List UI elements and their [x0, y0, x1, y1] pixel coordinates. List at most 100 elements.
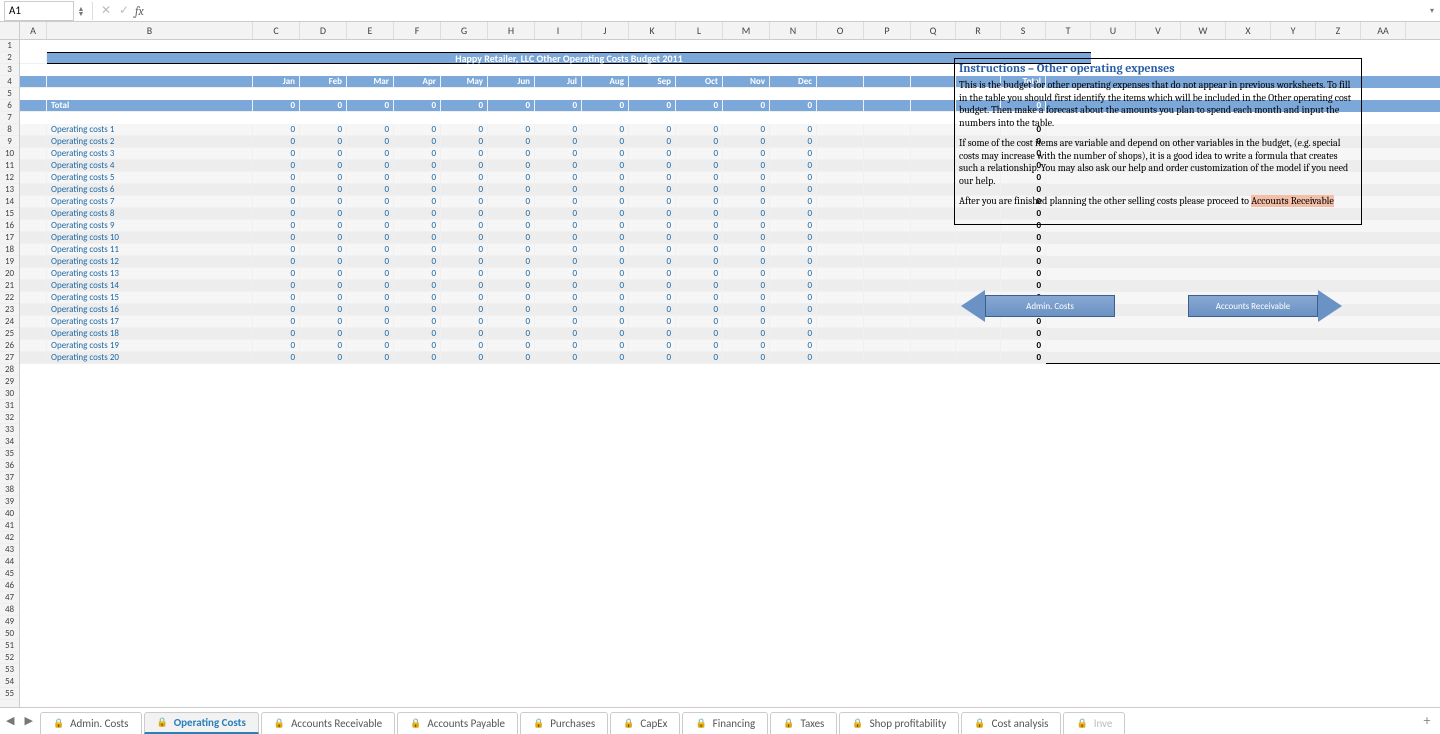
row-header-18[interactable]: 18 [0, 244, 19, 256]
cost-item-value[interactable]: 0 [300, 220, 347, 232]
sheet-nav-prev-icon[interactable]: ◀ [6, 714, 14, 727]
cost-item-value[interactable]: 0 [253, 232, 300, 244]
row-header-21[interactable]: 21 [0, 280, 19, 292]
row-header-1[interactable]: 1 [0, 40, 19, 52]
cost-item-value[interactable]: 0 [394, 124, 441, 136]
row-header-38[interactable]: 38 [0, 484, 19, 496]
cost-item-value[interactable]: 0 [441, 304, 488, 316]
col-header-N[interactable]: N [770, 22, 817, 39]
fx-icon[interactable]: fx [135, 4, 144, 18]
row-header-8[interactable]: 8 [0, 124, 19, 136]
cost-item-value[interactable]: 0 [347, 328, 394, 340]
row-header-4[interactable]: 4 [0, 76, 19, 88]
cost-item-value[interactable]: 0 [723, 328, 770, 340]
cost-item-value[interactable]: 0 [582, 172, 629, 184]
row-header-22[interactable]: 22 [0, 292, 19, 304]
cost-item-value[interactable]: 0 [676, 340, 723, 352]
row-header-7[interactable]: 7 [0, 112, 19, 124]
cost-item-value[interactable]: 0 [582, 328, 629, 340]
cost-item-value[interactable]: 0 [582, 196, 629, 208]
cost-item-value[interactable]: 0 [441, 328, 488, 340]
cost-item-value[interactable]: 0 [347, 232, 394, 244]
row-header-26[interactable]: 26 [0, 340, 19, 352]
cost-item-label[interactable]: Operating costs 6 [47, 184, 253, 196]
col-header-D[interactable]: D [300, 22, 347, 39]
cost-item-value[interactable]: 0 [488, 328, 535, 340]
cost-item-value[interactable]: 0 [535, 148, 582, 160]
col-header-C[interactable]: C [253, 22, 300, 39]
cost-item-value[interactable]: 0 [253, 352, 300, 364]
row-header-36[interactable]: 36 [0, 460, 19, 472]
cost-item-value[interactable]: 0 [347, 208, 394, 220]
cost-item-value[interactable]: 0 [723, 256, 770, 268]
cost-item-value[interactable]: 0 [488, 220, 535, 232]
col-header-I[interactable]: I [535, 22, 582, 39]
cost-item-value[interactable]: 0 [441, 148, 488, 160]
cost-item-value[interactable]: 0 [253, 124, 300, 136]
cost-item-value[interactable]: 0 [723, 124, 770, 136]
cost-item-value[interactable]: 0 [253, 220, 300, 232]
cost-item-value[interactable]: 0 [535, 160, 582, 172]
cost-item-value[interactable]: 0 [770, 328, 817, 340]
sheet-tab[interactable]: 🔒Purchases [520, 712, 608, 734]
cost-item-value[interactable]: 0 [723, 244, 770, 256]
cost-item-value[interactable]: 0 [394, 196, 441, 208]
cost-item-value[interactable]: 0 [676, 148, 723, 160]
cost-item-value[interactable]: 0 [253, 280, 300, 292]
cost-item-value[interactable]: 0 [676, 256, 723, 268]
row-header-41[interactable]: 41 [0, 520, 19, 532]
cost-item-value[interactable]: 0 [582, 124, 629, 136]
cost-item-value[interactable]: 0 [676, 196, 723, 208]
col-header-Q[interactable]: Q [911, 22, 956, 39]
row-header-17[interactable]: 17 [0, 232, 19, 244]
cost-item-value[interactable]: 0 [394, 280, 441, 292]
formula-input[interactable] [150, 1, 1424, 21]
row-header-6[interactable]: 6 [0, 100, 19, 112]
cost-item-value[interactable]: 0 [347, 136, 394, 148]
row-header-31[interactable]: 31 [0, 400, 19, 412]
col-header-F[interactable]: F [394, 22, 441, 39]
cost-item-label[interactable]: Operating costs 10 [47, 232, 253, 244]
cost-item-value[interactable]: 0 [347, 292, 394, 304]
col-header-E[interactable]: E [347, 22, 394, 39]
cost-item-value[interactable]: 0 [723, 304, 770, 316]
row-header-46[interactable]: 46 [0, 580, 19, 592]
cost-item-value[interactable]: 0 [582, 136, 629, 148]
row-header-20[interactable]: 20 [0, 268, 19, 280]
cost-item-value[interactable]: 0 [347, 316, 394, 328]
row-header-24[interactable]: 24 [0, 316, 19, 328]
cost-item-value[interactable]: 0 [488, 196, 535, 208]
cost-item-value[interactable]: 0 [535, 220, 582, 232]
cost-item-value[interactable]: 0 [535, 340, 582, 352]
total-value[interactable]: 0 [535, 100, 582, 112]
col-header-G[interactable]: G [441, 22, 488, 39]
cost-item-value[interactable]: 0 [629, 124, 676, 136]
row-header-35[interactable]: 35 [0, 448, 19, 460]
row-header-23[interactable]: 23 [0, 304, 19, 316]
cost-item-value[interactable]: 0 [488, 352, 535, 364]
cost-item-value[interactable]: 0 [582, 220, 629, 232]
col-header-J[interactable]: J [582, 22, 629, 39]
cost-item-value[interactable]: 0 [347, 196, 394, 208]
cost-item-value[interactable]: 0 [629, 136, 676, 148]
cost-item-value[interactable]: 0 [676, 304, 723, 316]
col-header-V[interactable]: V [1136, 22, 1181, 39]
cost-item-value[interactable]: 0 [394, 184, 441, 196]
cost-item-value[interactable]: 0 [394, 220, 441, 232]
cost-item-value[interactable]: 0 [253, 160, 300, 172]
cost-item-value[interactable]: 0 [582, 304, 629, 316]
cost-item-value[interactable]: 0 [676, 268, 723, 280]
cost-item-value[interactable]: 0 [253, 256, 300, 268]
cost-item-value[interactable]: 0 [535, 208, 582, 220]
cost-item-value[interactable]: 0 [723, 280, 770, 292]
cost-item-value[interactable]: 0 [394, 136, 441, 148]
cost-item-label[interactable]: Operating costs 15 [47, 292, 253, 304]
cost-item-value[interactable]: 0 [676, 184, 723, 196]
cost-item-value[interactable]: 0 [488, 304, 535, 316]
nav-arrow-next[interactable]: Accounts Receivable [1188, 290, 1342, 322]
cost-item-value[interactable]: 0 [535, 256, 582, 268]
cost-item-value[interactable]: 0 [253, 208, 300, 220]
cost-item-value[interactable]: 0 [582, 292, 629, 304]
cost-item-value[interactable]: 0 [347, 340, 394, 352]
cost-item-value[interactable]: 0 [300, 184, 347, 196]
